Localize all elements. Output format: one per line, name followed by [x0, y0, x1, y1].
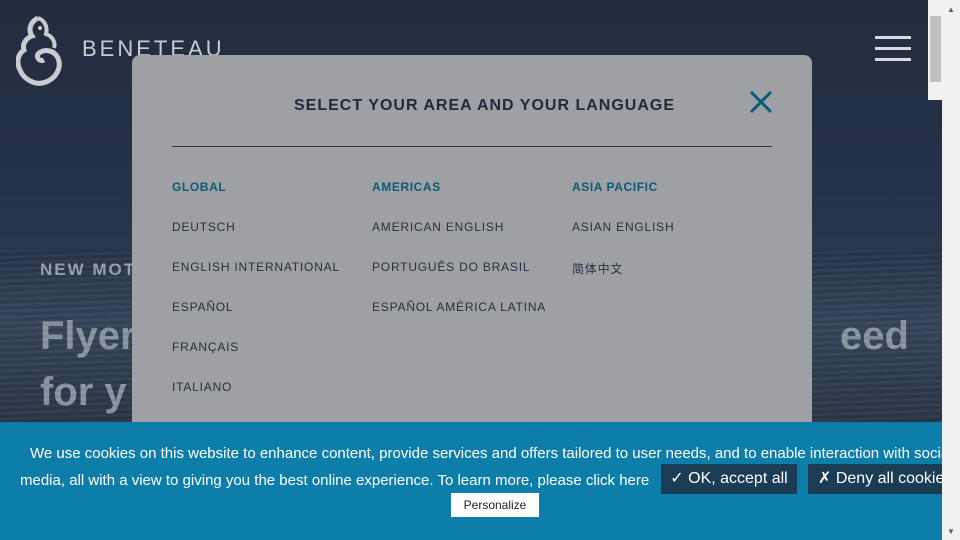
page-scrollbar[interactable]: ▲ ▼	[942, 0, 960, 540]
language-link-american-english[interactable]: AMERICAN ENGLISH	[372, 220, 546, 260]
language-modal: SELECT YOUR AREA AND YOUR LANGUAGE GLOBA…	[132, 55, 812, 455]
language-link-espanol-america-latina[interactable]: ESPAÑOL AMÉRICA LATINA	[372, 300, 546, 340]
language-link-asian-english[interactable]: ASIAN ENGLISH	[572, 220, 674, 260]
accept-all-button[interactable]: ✓ OK, accept all	[661, 464, 797, 494]
scroll-down-arrow-icon[interactable]: ▼	[942, 522, 960, 540]
seahorse-logo-icon	[16, 16, 62, 86]
cookie-message-line1: We use cookies on this website to enhanc…	[30, 445, 942, 462]
language-link-espanol[interactable]: ESPAÑOL	[172, 300, 340, 340]
cookie-banner: We use cookies on this website to enhanc…	[0, 422, 942, 540]
deny-all-button[interactable]: ✗ Deny all cookies	[808, 464, 942, 494]
column-americas: AMERICAS AMERICAN ENGLISH PORTUGUÊS DO B…	[372, 180, 546, 340]
language-link-english-international[interactable]: ENGLISH INTERNATIONAL	[172, 260, 340, 300]
language-link-deutsch[interactable]: DEUTSCH	[172, 220, 340, 260]
column-heading: AMERICAS	[372, 180, 441, 194]
modal-title: SELECT YOUR AREA AND YOUR LANGUAGE	[294, 97, 675, 114]
menu-icon[interactable]	[875, 36, 911, 62]
modal-divider	[172, 146, 772, 147]
column-asia-pacific: ASIA PACIFIC ASIAN ENGLISH 简体中文	[572, 180, 674, 300]
cookie-message: We use cookies on this website to enhanc…	[20, 440, 942, 494]
cookie-message-line2[interactable]: media, all with a view to giving you the…	[20, 472, 649, 489]
inner-scrollbar-thumb[interactable]	[930, 16, 941, 82]
personalize-button[interactable]: Personalize	[451, 493, 539, 517]
language-link-francais[interactable]: FRANÇAIS	[172, 340, 340, 380]
column-heading: GLOBAL	[172, 180, 227, 194]
column-heading: ASIA PACIFIC	[572, 180, 658, 194]
language-link-simplified-chinese[interactable]: 简体中文	[572, 260, 674, 300]
scroll-up-arrow-icon[interactable]: ▲	[942, 0, 960, 18]
language-link-italiano[interactable]: ITALIANO	[172, 380, 340, 420]
close-icon[interactable]	[747, 88, 775, 116]
language-link-portugues-brasil[interactable]: PORTUGUÊS DO BRASIL	[372, 260, 546, 300]
column-global: GLOBAL DEUTSCH ENGLISH INTERNATIONAL ESP…	[172, 180, 340, 420]
hero-tag: NEW MOT	[40, 260, 137, 279]
hero-title-right: eed	[840, 314, 909, 358]
